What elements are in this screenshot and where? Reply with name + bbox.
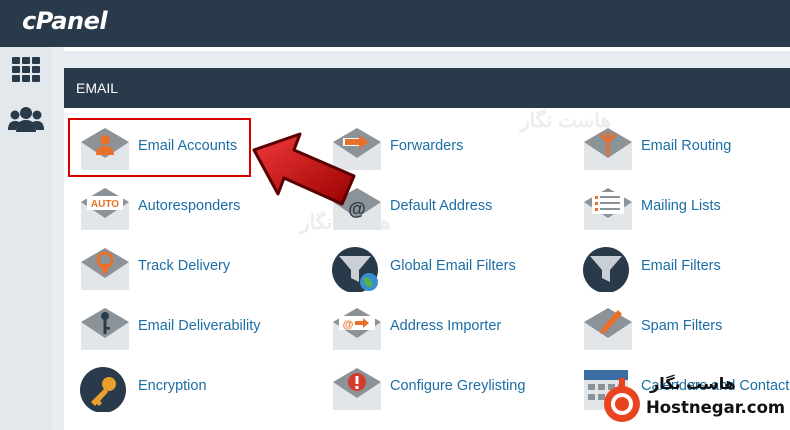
spam-filters-icon — [584, 308, 632, 350]
menu-item-global-email-filters[interactable]: Global Email Filters — [331, 240, 571, 296]
top-bar: cPanel — [0, 0, 790, 47]
item-label: Email Deliverability — [138, 318, 261, 334]
item-label: Address Importer — [390, 318, 502, 334]
svg-text:AUTO: AUTO — [91, 199, 119, 210]
menu-item-configure-greylisting[interactable]: Configure Greylisting — [331, 360, 571, 416]
item-label: Configure Greylisting — [390, 378, 526, 394]
email-filters-icon — [583, 247, 629, 292]
highlight-box — [68, 118, 251, 177]
address-importer-icon: @ — [333, 308, 381, 350]
email-routing-icon — [584, 128, 632, 170]
brand-latin: Hostnegar.com — [646, 398, 786, 417]
panel-title: EMAIL — [64, 68, 790, 108]
item-label: Default Address — [390, 198, 493, 214]
users-icon[interactable] — [0, 102, 52, 136]
autoresponders-icon: AUTO — [81, 188, 129, 230]
menu-item-email-routing[interactable]: Email Routing — [582, 120, 790, 176]
global-email-filters-icon — [332, 247, 378, 292]
menu-item-forwarders[interactable]: Forwarders — [331, 120, 571, 176]
menu-item-track-delivery[interactable]: Track Delivery — [79, 240, 319, 296]
search-strip — [64, 47, 790, 51]
track-delivery-icon — [81, 248, 129, 290]
email-deliverability-icon — [81, 308, 129, 350]
grid-icon[interactable] — [0, 53, 52, 87]
item-label: Mailing Lists — [641, 198, 721, 214]
menu-item-email-filters[interactable]: Email Filters — [582, 240, 790, 296]
cpanel-logo[interactable]: cPanel — [22, 7, 108, 35]
configure-greylisting-icon — [333, 368, 381, 410]
item-label: Track Delivery — [138, 258, 231, 274]
menu-item-email-deliverability[interactable]: Email Deliverability — [79, 300, 319, 356]
item-label: Email Filters — [641, 258, 721, 274]
menu-item-spam-filters[interactable]: Spam Filters — [582, 300, 790, 356]
item-label: Email Routing — [641, 138, 732, 154]
menu-item-address-importer[interactable]: @ Address Importer — [331, 300, 571, 356]
sidebar — [0, 47, 52, 430]
menu-item-mailing-lists[interactable]: Mailing Lists — [582, 180, 790, 236]
hostnegar-logo-icon — [604, 378, 640, 422]
brand-persian: هاست نگار — [650, 374, 736, 393]
red-arrow-icon — [252, 132, 356, 206]
item-label: Encryption — [138, 378, 207, 394]
item-label: Forwarders — [390, 138, 464, 154]
svg-text:@: @ — [343, 319, 354, 331]
hostnegar-brand: هاست نگار Hostnegar.com — [600, 372, 790, 430]
item-label: Global Email Filters — [390, 258, 516, 274]
encryption-icon — [80, 367, 126, 412]
mailing-lists-icon — [584, 188, 632, 230]
menu-item-encryption[interactable]: Encryption — [79, 360, 319, 416]
item-label: Autoresponders — [138, 198, 241, 214]
item-label: Spam Filters — [641, 318, 723, 334]
menu-item-default-address[interactable]: @ Default Address — [331, 180, 571, 236]
